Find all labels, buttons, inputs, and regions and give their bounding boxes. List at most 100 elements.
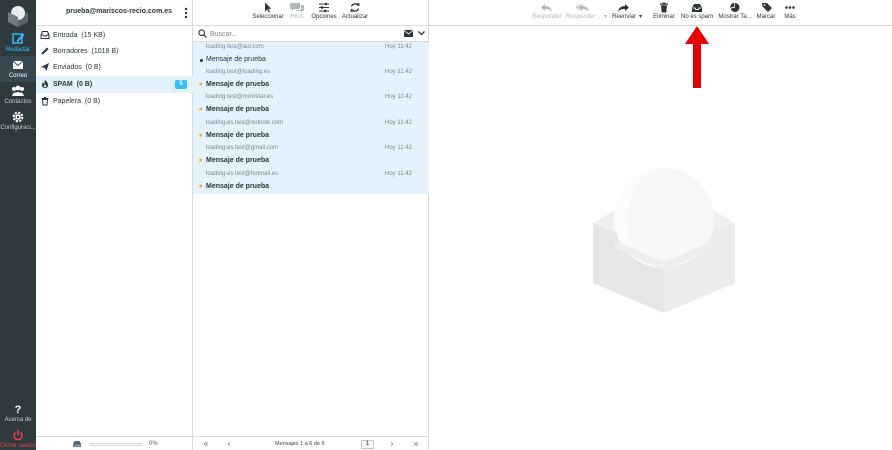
reply-all-dropdown[interactable]: ▾ xyxy=(603,2,608,24)
first-page-icon[interactable]: « xyxy=(201,439,211,449)
unread-star-icon: ★ xyxy=(198,158,204,164)
unread-star-icon: ★ xyxy=(198,82,204,88)
folder-spam-label: SPAM xyxy=(53,81,73,88)
message-subject: Mensaje de prueba xyxy=(206,56,266,63)
list-item[interactable]: loading.test@aol.com Hoy 11:42 Mensaje d… xyxy=(193,42,429,67)
logout-button[interactable]: Cerrar sesión xyxy=(0,426,36,450)
folder-drafts-size: (1018 B) xyxy=(91,48,119,55)
mail-button[interactable]: Correo xyxy=(0,56,36,82)
list-item[interactable]: loading.es.test@outlook.com Hoy 11:42 ★ … xyxy=(193,118,429,143)
folder-trash-label: Papelera xyxy=(53,98,82,105)
unread-star-icon: ★ xyxy=(198,107,204,113)
svg-text:?: ? xyxy=(15,404,22,416)
folder-drafts[interactable]: Borradores (1018 B) xyxy=(36,43,193,60)
message-subject: Mensaje de prueba xyxy=(206,106,270,113)
question-icon: ? xyxy=(15,404,22,416)
folder-inbox[interactable]: Entrada (15 KB) xyxy=(36,27,193,44)
not-spam-button[interactable]: No es spam xyxy=(679,2,715,24)
compose-button[interactable]: Redactar xyxy=(0,30,36,56)
message-sender: loading.test@movistar.es xyxy=(206,94,274,100)
refresh-icon xyxy=(350,3,360,12)
reply-all-button[interactable]: Responder ... xyxy=(565,2,603,24)
folder-inbox-label: Entrada xyxy=(53,32,78,39)
options-label: Opciones xyxy=(311,14,337,20)
settings-button[interactable]: Configuraci... xyxy=(0,108,36,134)
reply-icon xyxy=(541,4,552,12)
refresh-label: Actualizar xyxy=(341,14,369,20)
pie-chart-icon xyxy=(730,2,740,12)
list-item[interactable]: loading.es.test@gmail.com Hoy 11:42 ★ Me… xyxy=(193,143,429,168)
page-number-input[interactable]: 1 xyxy=(361,440,374,449)
paper-plane-icon xyxy=(41,63,49,71)
envelope-filter-icon[interactable] xyxy=(404,30,413,37)
chevron-down-icon[interactable] xyxy=(418,30,425,36)
message-subject: Mensaje de prueba xyxy=(206,132,270,139)
power-icon xyxy=(13,430,23,441)
account-header: prueba@mariscos-recio.com.es xyxy=(36,0,193,26)
search-input[interactable] xyxy=(210,28,400,40)
threads-label: Hilos xyxy=(290,14,304,20)
trash-icon xyxy=(41,97,49,106)
list-item[interactable]: loading.test@movistar.es Hoy 11:42 ★ Men… xyxy=(193,92,429,117)
message-date: Hoy 11:42 xyxy=(385,94,412,100)
folder-sent[interactable]: Enviados (0 B) xyxy=(36,59,193,76)
quota-indicator: 0% xyxy=(36,436,193,450)
tag-icon xyxy=(762,3,772,12)
preview-pane: Responder Responder ... ▾ Reenviar ▾ Eli… xyxy=(429,0,892,450)
message-date: Hoy 11:42 xyxy=(385,44,412,50)
threads-button[interactable]: Hilos xyxy=(287,2,307,24)
kebab-menu-icon[interactable] xyxy=(184,7,188,19)
about-button[interactable]: ? Acerca de xyxy=(0,400,36,426)
prev-page-icon[interactable]: ‹ xyxy=(224,439,234,449)
list-item[interactable]: loading.es.test@hotmail.es Hoy 11:42 ★ M… xyxy=(193,169,429,194)
app-logo-icon xyxy=(8,6,28,27)
message-sender: loading.es.test@gmail.com xyxy=(206,145,279,151)
folder-sent-size: (0 B) xyxy=(85,64,101,71)
list-toolbar: Seleccionar Hilos Opciones Actualizar xyxy=(193,0,429,26)
unread-star-icon: ★ xyxy=(198,184,204,190)
logout-label: Cerrar sesión xyxy=(0,443,37,449)
reply-button[interactable]: Responder xyxy=(529,2,565,24)
last-page-icon[interactable]: » xyxy=(411,439,421,449)
message-list: loading.test@aol.com Hoy 11:42 Mensaje d… xyxy=(193,42,429,194)
pencil-icon xyxy=(41,47,49,55)
trash-icon xyxy=(660,2,668,13)
message-sender: loading.test@aol.com xyxy=(206,44,264,50)
envelope-icon xyxy=(12,60,24,69)
mark-button[interactable]: Marcar xyxy=(753,2,779,24)
delete-label: Eliminar xyxy=(653,14,675,20)
about-label: Acerca de xyxy=(4,417,32,423)
next-page-icon[interactable]: › xyxy=(387,439,397,449)
forward-dropdown[interactable]: ▾ xyxy=(638,2,643,24)
empty-mailbox-illustration xyxy=(593,168,735,313)
folder-pane: prueba@mariscos-recio.com.es Entrada (15… xyxy=(36,0,193,450)
forward-label: Reenviar xyxy=(611,14,636,20)
contacts-button[interactable]: Contactos xyxy=(0,82,36,108)
options-button[interactable]: Opciones xyxy=(308,2,340,24)
cursor-icon xyxy=(265,2,272,13)
search-bar xyxy=(193,26,429,42)
more-button[interactable]: Más xyxy=(779,2,801,24)
refresh-button[interactable]: Actualizar xyxy=(339,2,371,24)
red-arrow-icon xyxy=(685,26,709,88)
compose-icon xyxy=(12,33,25,44)
show-as-button[interactable]: Mostrar Ta... xyxy=(716,2,754,24)
chat-bubbles-icon xyxy=(290,3,304,13)
more-label: Más xyxy=(784,14,796,20)
caret-down-icon xyxy=(638,2,643,13)
message-date: Hoy 11:42 xyxy=(385,171,412,177)
select-label: Seleccionar xyxy=(252,14,284,20)
delete-button[interactable]: Eliminar xyxy=(649,2,679,24)
list-item[interactable]: loading.test@loading.es Hoy 11:42 ★ Mens… xyxy=(193,67,429,92)
folder-trash-size: (0 B) xyxy=(84,98,101,105)
folder-spam[interactable]: SPAM (0 B) 5 xyxy=(36,76,193,93)
select-button[interactable]: Seleccionar xyxy=(251,2,285,24)
message-sender: loading.es.test@outlook.com xyxy=(206,120,284,126)
account-email: prueba@mariscos-recio.com.es xyxy=(66,8,173,15)
message-subject: Mensaje de prueba xyxy=(206,183,270,190)
folder-sent-label: Enviados xyxy=(53,64,82,71)
settings-label: Configuraci... xyxy=(0,125,36,131)
forward-button[interactable]: Reenviar xyxy=(609,2,639,24)
forward-icon xyxy=(618,4,629,12)
folder-trash[interactable]: Papelera (0 B) xyxy=(36,93,193,110)
